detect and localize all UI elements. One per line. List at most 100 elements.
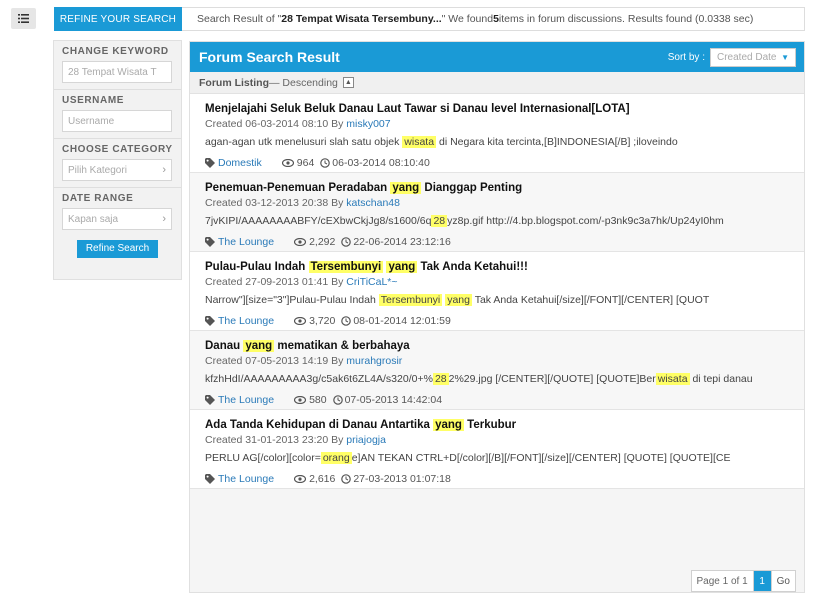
tag-icon xyxy=(205,158,215,168)
summary-query: 28 Tempat Wisata Tersembuny... xyxy=(281,13,442,25)
created-text: Created 03-12-2013 20:38 By xyxy=(205,197,347,209)
search-highlight: yang xyxy=(433,419,464,431)
date-placeholder: Kapan saja xyxy=(68,213,119,225)
chevron-right-icon: › xyxy=(162,213,166,225)
result-title-link[interactable]: Penemuan-Penemuan Peradaban yang Diangga… xyxy=(205,181,789,195)
date-range-select[interactable]: Kapan saja › xyxy=(62,208,172,230)
search-highlight: Tersembunyi xyxy=(308,261,384,273)
results-header: Forum Search Result Sort by : Created Da… xyxy=(190,42,804,72)
result-meta: The Lounge 580 07-05-2013 14:42:04 xyxy=(205,391,789,409)
text-fragment: di Negara kita tercinta,[B]INDONESIA[/B]… xyxy=(436,136,678,148)
clock-icon-wrap xyxy=(341,237,352,247)
result-snippet: kfzhHdI/AAAAAAAAA3g/c5ak6t6ZL4A/s320/0+%… xyxy=(205,372,789,387)
tag-icon xyxy=(205,316,215,326)
summary-mid: " We found xyxy=(441,13,494,25)
result-item: Danau yang mematikan & berbahaya Created … xyxy=(190,331,804,410)
result-meta: The Lounge 2,616 27-03-2013 01:07:18 xyxy=(205,470,789,488)
result-meta: The Lounge 3,720 08-01-2014 12:01:59 xyxy=(205,312,789,330)
date-label: DATE RANGE xyxy=(62,193,134,204)
keyword-section: CHANGE KEYWORD 28 Tempat Wisata T xyxy=(54,41,181,90)
category-link[interactable]: The Lounge xyxy=(218,473,274,485)
result-created: Created 07-05-2013 14:19 By murahgrosir xyxy=(205,355,789,367)
clock-icon xyxy=(320,158,331,168)
menu-toggle-button[interactable] xyxy=(11,8,36,29)
result-title-link[interactable]: Ada Tanda Kehidupan di Danau Antartika y… xyxy=(205,418,789,432)
created-text: Created 31-01-2013 23:20 By xyxy=(205,434,347,446)
search-highlight: wisata xyxy=(655,373,690,385)
page-1-button[interactable]: 1 xyxy=(753,571,772,591)
author-link[interactable]: CriTiCaL*~ xyxy=(346,276,397,288)
category-link[interactable]: Domestik xyxy=(218,157,262,169)
summary-prefix: Search Result of " xyxy=(197,13,282,25)
category-link[interactable]: The Lounge xyxy=(218,394,274,406)
text-fragment: yz8p.gif http://4.bp.blogspot.com/-p3nk9… xyxy=(447,215,724,227)
author-link[interactable]: misky007 xyxy=(346,118,390,130)
last-post-date: 06-03-2014 08:10:40 xyxy=(332,157,430,169)
sort-select[interactable]: Created Date ▼ xyxy=(710,47,796,67)
text-fragment: e]AN TEKAN CTRL+D[/color][/B][/FONT][/si… xyxy=(351,452,731,464)
refine-search-button[interactable]: Refine Search xyxy=(77,240,158,258)
clock-icon xyxy=(341,316,352,326)
author-link[interactable]: katschan48 xyxy=(346,197,400,209)
search-highlight: yang xyxy=(390,182,422,194)
eye-icon xyxy=(294,475,307,483)
last-post-date: 08-01-2014 12:01:59 xyxy=(353,315,451,327)
listing-order: — Descending xyxy=(269,76,338,89)
category-link[interactable]: The Lounge xyxy=(218,236,274,248)
caret-down-icon: ▼ xyxy=(781,52,789,62)
view-count: 2,292 xyxy=(309,236,336,248)
clock-icon-wrap xyxy=(341,316,352,326)
text-fragment: Ada Tanda Kehidupan di Danau Antartika xyxy=(205,419,434,431)
author-link[interactable]: priajogja xyxy=(346,434,386,446)
search-highlight: yang xyxy=(243,340,275,352)
search-highlight: yang xyxy=(445,294,472,306)
keyword-input[interactable]: 28 Tempat Wisata T xyxy=(62,61,172,83)
view-count: 580 xyxy=(309,394,327,406)
result-snippet: agan-agan utk menelusuri slah satu objek… xyxy=(205,135,789,150)
result-snippet: Narrow"][size="3"]Pulau-Pulau Indah Ters… xyxy=(205,293,789,308)
result-meta: The Lounge 2,292 22-06-2014 23:12:16 xyxy=(205,233,789,251)
tag-icon-wrap xyxy=(205,237,215,247)
last-post-date: 22-06-2014 23:12:16 xyxy=(353,236,451,248)
sort-value: Created Date xyxy=(717,51,777,63)
clock-icon-wrap xyxy=(320,158,331,168)
view-count: 2,616 xyxy=(309,473,336,485)
page-info: Page 1 of 1 xyxy=(692,571,754,591)
username-placeholder: Username xyxy=(68,115,115,127)
sort-order-toggle-icon[interactable]: ▲ xyxy=(342,77,354,88)
search-highlight: 28 xyxy=(431,215,448,227)
page-title: Forum Search Result xyxy=(199,49,340,65)
eye-icon-wrap xyxy=(294,475,307,483)
clock-icon-wrap xyxy=(341,474,352,484)
created-text: Created 27-09-2013 01:41 By xyxy=(205,276,347,288)
created-text: Created 06-03-2014 08:10 By xyxy=(205,118,347,130)
go-button[interactable]: Go xyxy=(772,571,795,591)
list-icon xyxy=(18,14,29,23)
search-highlight: orang xyxy=(320,452,352,464)
eye-icon xyxy=(294,317,307,325)
result-title-link[interactable]: Pulau-Pulau Indah Tersembunyi yang Tak A… xyxy=(205,260,789,274)
search-highlight: yang xyxy=(386,261,418,273)
result-snippet: PERLU AG[/color][color= orang e]AN TEKAN C… xyxy=(205,451,789,466)
view-count: 964 xyxy=(296,157,315,169)
clock-icon-wrap xyxy=(332,395,343,405)
sort-control: Sort by : Created Date ▼ xyxy=(668,47,796,67)
author-link[interactable]: murahgrosir xyxy=(346,355,402,367)
tag-icon-wrap xyxy=(205,474,215,484)
tag-icon-wrap xyxy=(205,395,215,405)
category-link[interactable]: The Lounge xyxy=(218,315,274,327)
created-text: Created 07-05-2013 14:19 By xyxy=(205,355,347,367)
result-title-link[interactable]: Danau yang mematikan & berbahaya xyxy=(205,339,789,353)
listing-label: Forum Listing xyxy=(199,76,269,89)
search-highlight: 28 xyxy=(432,373,449,385)
result-created: Created 27-09-2013 01:41 By CriTiCaL*~ xyxy=(205,276,789,288)
clock-icon xyxy=(332,395,343,405)
result-created: Created 06-03-2014 08:10 By misky007 xyxy=(205,118,789,130)
result-title-link[interactable]: Menjelajahi Seluk Beluk Danau Laut Tawar… xyxy=(205,102,789,116)
refine-search-tab[interactable]: REFINE YOUR SEARCH xyxy=(54,7,182,31)
text-fragment: Narrow"][size="3"]Pulau-Pulau Indah xyxy=(205,294,379,306)
keyword-label: CHANGE KEYWORD xyxy=(62,46,169,57)
category-select[interactable]: Pilih Kategori › xyxy=(62,159,172,181)
date-section: DATE RANGE Kapan saja › Refine Search xyxy=(54,188,181,264)
username-input[interactable]: Username xyxy=(62,110,172,132)
